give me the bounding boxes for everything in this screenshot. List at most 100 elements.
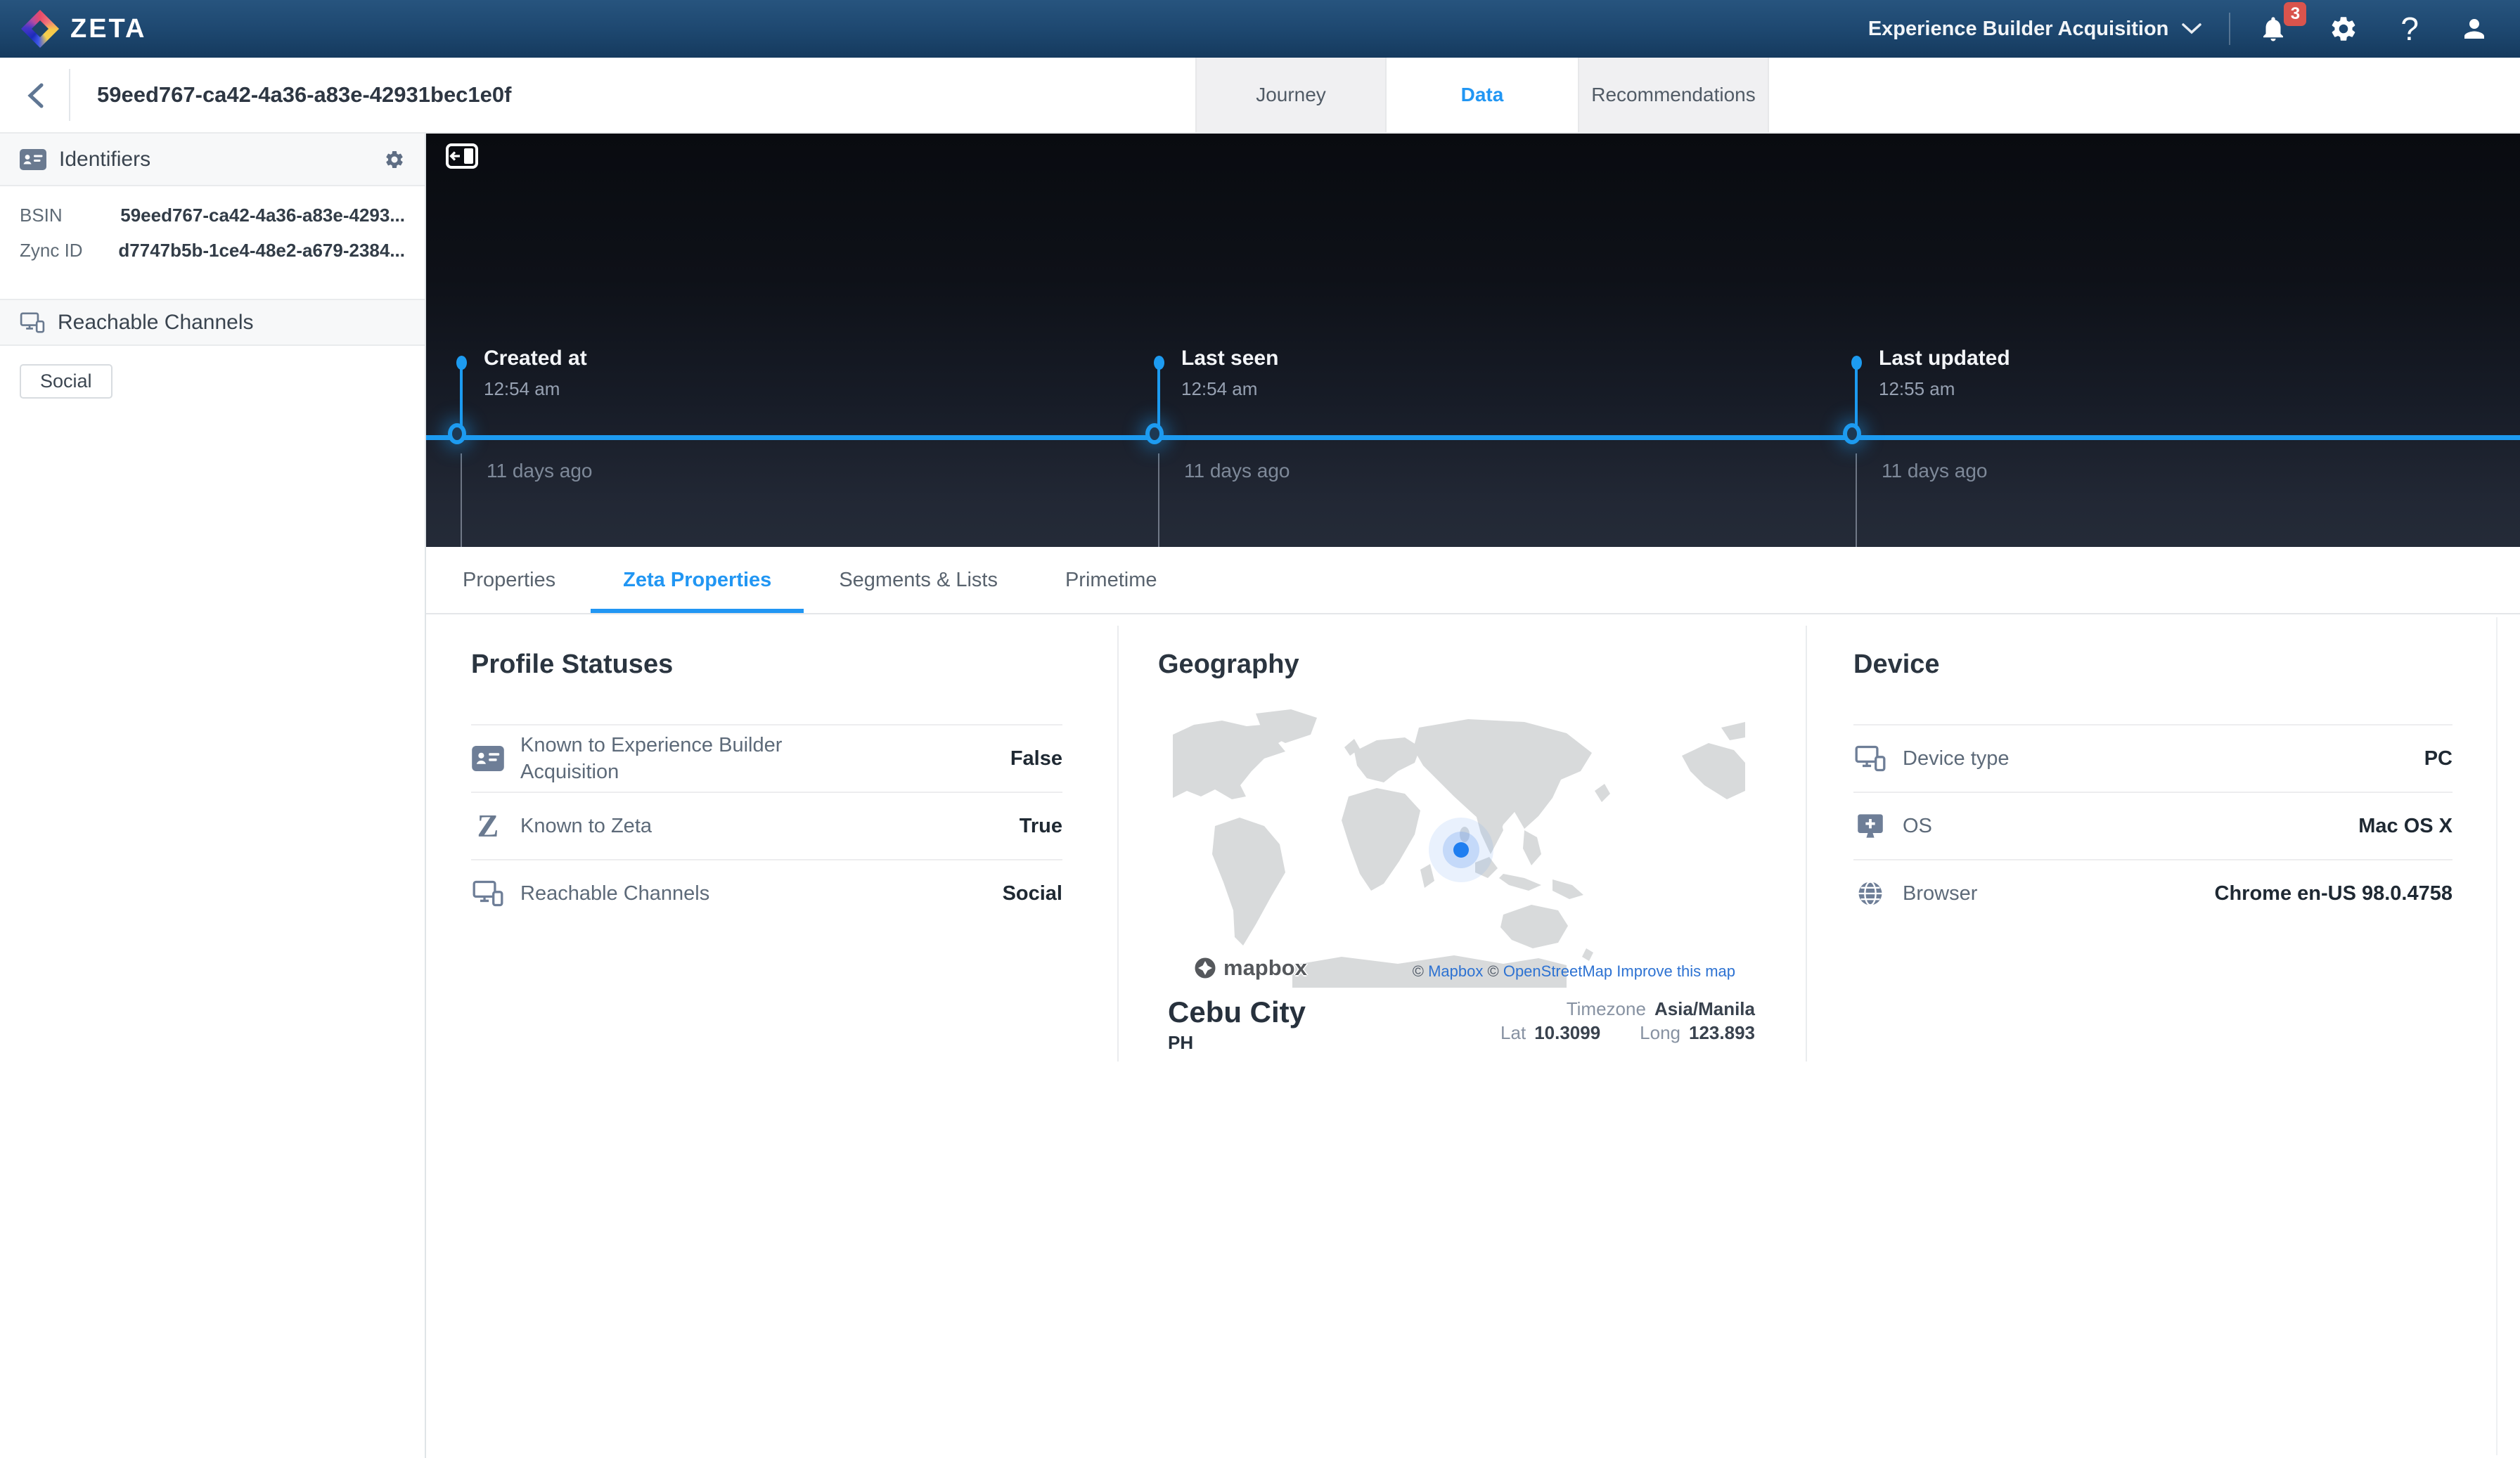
status-value: False (1010, 747, 1062, 770)
event-label: Last seen (1181, 347, 1278, 370)
identifiers-header: Identifiers (0, 134, 425, 186)
status-label: Known to Zeta (520, 813, 652, 839)
reachable-channels-header: Reachable Channels (0, 299, 425, 346)
top-navbar: ZETA Experience Builder Acquisition 3 ? (0, 0, 2520, 58)
profile-statuses-section: Profile Statuses Known to Experience Bui… (426, 614, 1117, 680)
geo-location: Cebu City PH (1168, 997, 1306, 1054)
device-value: PC (2424, 747, 2452, 770)
device-label: OS (1903, 813, 1932, 839)
timeline-node[interactable] (1145, 423, 1164, 444)
device-row-os: OS Mac OS X (1853, 792, 2452, 859)
se-asia (1523, 830, 1541, 865)
nav-divider (2229, 13, 2230, 45)
device-row-type: Device type PC (1853, 724, 2452, 792)
identifiers-settings-button[interactable] (384, 149, 405, 170)
timeline-node[interactable] (1843, 423, 1861, 444)
notifications-button[interactable]: 3 (2258, 13, 2288, 44)
settings-button[interactable] (2329, 14, 2358, 44)
collapse-sidebar-button[interactable] (446, 143, 478, 172)
identifiers-list: BSIN 59eed767-ca42-4a36-a83e-4293... Zyn… (0, 186, 425, 299)
world-map[interactable]: mapbox © Mapbox © OpenStreetMap Improve … (1173, 707, 1745, 988)
tab-data[interactable]: Data (1387, 58, 1578, 132)
location-marker (1453, 842, 1469, 858)
mapbox-pin-icon (1192, 955, 1218, 981)
timezone-label: Timezone (1567, 998, 1646, 1019)
user-menu-button[interactable] (2460, 14, 2489, 44)
section-title: Profile Statuses (471, 650, 1117, 680)
status-row-known-eba: Known to Experience Builder Acquisition … (471, 724, 1062, 792)
gear-icon (2329, 14, 2358, 44)
status-label: Known to Experience Builder Acquisition (520, 732, 823, 786)
device-label: Device type (1903, 745, 2010, 772)
status-label: Reachable Channels (520, 880, 709, 907)
osm-link[interactable]: OpenStreetMap (1503, 962, 1612, 980)
long-value: 123.893 (1689, 1022, 1755, 1043)
geo-city: Cebu City (1168, 997, 1306, 1028)
chukotka (1721, 722, 1745, 740)
status-value: True (1020, 815, 1062, 838)
os-install-icon (1853, 813, 1887, 839)
notification-badge: 3 (2284, 2, 2306, 26)
identifiers-title: Identifiers (59, 148, 150, 172)
event-time: 12:54 am (484, 378, 560, 400)
tab-properties[interactable]: Properties (430, 547, 588, 613)
zeta-brand[interactable]: ZETA (21, 10, 146, 48)
geo-details: TimezoneAsia/Manila Lat10.3099Long123.89… (1500, 997, 1755, 1054)
geo-info: Cebu City PH TimezoneAsia/Manila Lat10.3… (1168, 997, 1755, 1054)
event-relative-time: 11 days ago (487, 460, 593, 482)
zeta-logo-icon (21, 10, 59, 48)
tab-segments-lists[interactable]: Segments & Lists (806, 547, 1030, 613)
brand-wordmark: ZETA (70, 14, 146, 44)
gear-icon (384, 149, 405, 170)
new-zealand (1582, 948, 1593, 961)
long-label: Long (1640, 1022, 1680, 1043)
event-label: Last updated (1879, 347, 2010, 370)
event-relative-time: 11 days ago (1882, 460, 1988, 482)
europe (1354, 737, 1420, 782)
workspace-selector[interactable]: Experience Builder Acquisition (1868, 18, 2169, 41)
mapbox-wordmark: mapbox (1223, 955, 1307, 981)
mapbox-logo[interactable]: mapbox (1192, 955, 1307, 981)
column-divider (1806, 626, 1807, 1062)
user-icon (2460, 14, 2489, 44)
timeline-node[interactable] (448, 423, 466, 444)
tab-recommendations[interactable]: Recommendations (1578, 58, 1769, 132)
chevron-down-icon[interactable] (2181, 22, 2202, 35)
channel-tag-social[interactable]: Social (20, 364, 112, 399)
globe-icon (1853, 879, 1887, 908)
devices-icon (20, 312, 45, 333)
tab-journey[interactable]: Journey (1195, 58, 1387, 132)
page-title: 59eed767-ca42-4a36-a83e-42931bec1e0f (97, 58, 511, 132)
collapse-panel-icon (446, 143, 478, 169)
alaska-fragment (1682, 743, 1745, 799)
geo-country: PH (1168, 1032, 1306, 1054)
activity-timeline-panel: Created at 12:54 am 11 days ago Last see… (426, 134, 2520, 547)
identifier-value: d7747b5b-1ce4-48e2-a679-2384... (118, 240, 405, 262)
south-america (1212, 818, 1285, 946)
status-row-reachable-channels: Reachable Channels Social (471, 859, 1062, 927)
timezone-value: Asia/Manila (1654, 998, 1755, 1019)
event-time: 12:55 am (1879, 378, 1955, 400)
improve-map-link[interactable]: Improve this map (1616, 962, 1735, 980)
device-value: Chrome en-US 98.0.4758 (2215, 882, 2452, 905)
device-section: Device Device type PC OS Mac OS X (1807, 614, 2496, 680)
japan (1595, 784, 1610, 802)
mapbox-link[interactable]: Mapbox (1428, 962, 1483, 980)
chevron-left-icon (24, 82, 48, 110)
lat-value: 10.3099 (1534, 1022, 1600, 1043)
section-title: Device (1853, 650, 2496, 680)
id-card-icon (20, 149, 46, 170)
profile-tabs: Journey Data Recommendations (1195, 58, 1769, 132)
help-button[interactable]: ? (2400, 13, 2419, 45)
tab-zeta-properties[interactable]: Zeta Properties (591, 547, 804, 613)
header-divider (69, 69, 70, 121)
event-label: Created at (484, 347, 587, 370)
back-button[interactable] (24, 82, 48, 110)
section-title: Geography (1158, 650, 1806, 680)
event-relative-time: 11 days ago (1184, 460, 1290, 482)
map-attribution: © Mapbox © OpenStreetMap Improve this ma… (1413, 962, 1735, 981)
device-label: Browser (1903, 880, 1977, 907)
identifier-label: Zync ID (20, 240, 83, 262)
tab-primetime[interactable]: Primetime (1033, 547, 1190, 613)
identifier-row-zync: Zync ID d7747b5b-1ce4-48e2-a679-2384... (20, 240, 405, 268)
